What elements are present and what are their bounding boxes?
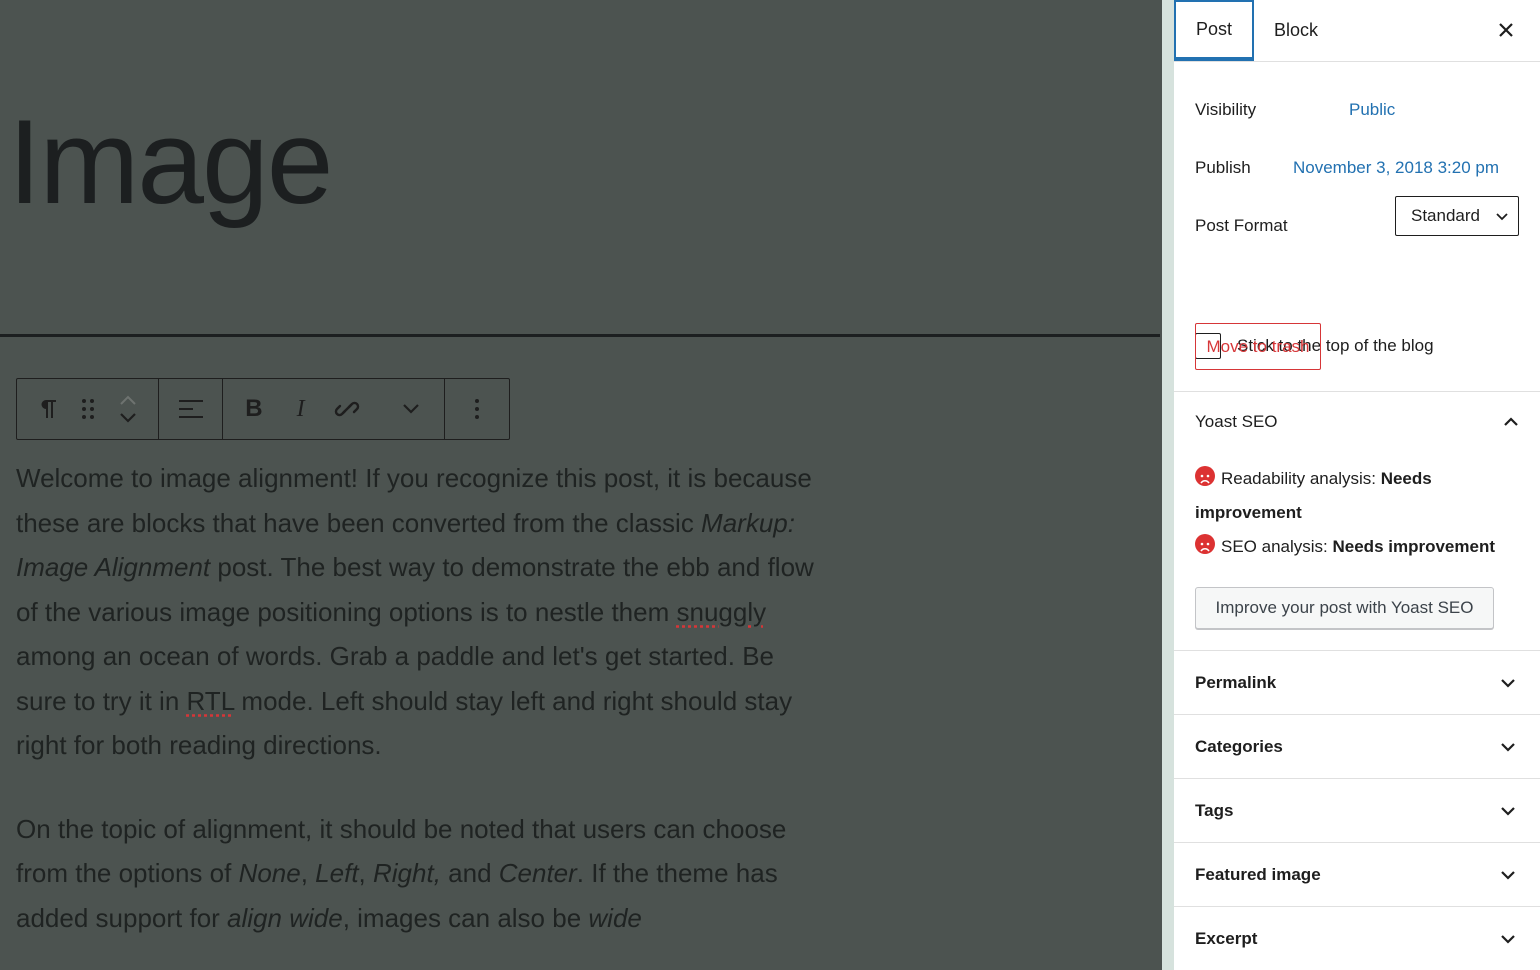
more-formats-icon[interactable]: [378, 379, 444, 439]
separator: [0, 334, 1160, 337]
sad-face-icon: [1195, 534, 1215, 554]
panel-title: Tags: [1195, 800, 1234, 820]
spelling-error: RTL: [186, 685, 235, 716]
yoast-panel-header[interactable]: Yoast SEO: [1195, 412, 1519, 432]
tab-block[interactable]: Block: [1254, 0, 1338, 61]
align-left-icon[interactable]: [159, 379, 222, 439]
visibility-label: Visibility: [1195, 100, 1257, 119]
post-format-row: Post Format Standard: [1195, 196, 1519, 236]
spelling-error: snuggly: [676, 596, 767, 627]
chevron-up-icon[interactable]: [119, 394, 137, 406]
drag-handle-icon[interactable]: [69, 379, 107, 439]
block-toolbar-group-block: [17, 379, 159, 439]
text: ,: [358, 858, 373, 888]
panel-tags[interactable]: Tags: [1174, 779, 1540, 843]
post-format-label: Post Format: [1195, 216, 1288, 235]
block-toolbar: B I: [16, 378, 510, 440]
link-icon[interactable]: [317, 379, 379, 439]
publish-date-toggle[interactable]: November 3, 2018 3:20 pm: [1293, 158, 1499, 178]
visibility-toggle[interactable]: Public: [1349, 100, 1395, 120]
panel-categories[interactable]: Categories: [1174, 715, 1540, 779]
readability-label: Readability analysis:: [1221, 469, 1381, 488]
sidebar-tabs: Post Block: [1174, 0, 1540, 62]
tab-post[interactable]: Post: [1174, 0, 1255, 61]
yoast-panel-title: Yoast SEO: [1195, 412, 1278, 431]
readability-analysis[interactable]: Readability analysis: Needs improvement: [1195, 462, 1519, 530]
chevron-down-icon: [1500, 934, 1516, 944]
panel-featured-image[interactable]: Featured image: [1174, 843, 1540, 907]
sidebar-border: [1162, 0, 1174, 970]
move-block-buttons: [107, 379, 149, 439]
editor-canvas[interactable]: Image B I Welcome to image alignment! If…: [0, 0, 1162, 970]
chevron-down-icon: [1500, 870, 1516, 880]
text: and: [440, 858, 499, 888]
italic-button[interactable]: I: [285, 379, 317, 439]
text: Welcome to image alignment! If you recog…: [16, 463, 812, 538]
chevron-down-icon[interactable]: [119, 412, 137, 424]
readability-value: Needs: [1380, 469, 1432, 488]
panel-title: Permalink: [1195, 672, 1277, 692]
settings-sidebar: Post Block Visibility Public Publish Nov…: [1174, 0, 1540, 970]
paragraph-block[interactable]: Welcome to image alignment! If you recog…: [16, 456, 816, 768]
post-format-value: Standard: [1411, 206, 1480, 225]
post-content[interactable]: Welcome to image alignment! If you recog…: [16, 456, 816, 970]
panel-permalink[interactable]: Permalink: [1174, 651, 1540, 715]
post-format-select[interactable]: Standard: [1395, 196, 1519, 236]
block-toolbar-group-align: [159, 379, 223, 439]
panel-excerpt[interactable]: Excerpt: [1174, 907, 1540, 970]
text: ,: [300, 858, 316, 888]
close-icon[interactable]: [1494, 18, 1518, 42]
publish-label: Publish: [1195, 158, 1251, 177]
text-italic: Right,: [373, 858, 441, 888]
text-italic: None: [238, 858, 301, 888]
paragraph-block[interactable]: On the topic of alignment, it should be …: [16, 807, 816, 941]
move-to-trash-button[interactable]: Move to trash: [1195, 323, 1321, 370]
post-title[interactable]: Image: [8, 96, 334, 228]
chevron-up-icon: [1503, 417, 1519, 427]
seo-value: Needs improvement: [1332, 537, 1496, 556]
chevron-down-icon: [1500, 678, 1516, 688]
yoast-seo-panel: Yoast SEO Readability analysis: Needs imp…: [1174, 391, 1540, 651]
text-italic: wide: [588, 902, 642, 933]
chevron-down-icon: [1500, 806, 1516, 816]
readability-value-cont: improvement: [1195, 503, 1302, 522]
text-italic: align wide: [227, 902, 343, 933]
improve-yoast-button[interactable]: Improve your post with Yoast SEO: [1195, 587, 1494, 629]
text-italic: Left: [315, 858, 359, 888]
panel-title: Featured image: [1195, 864, 1321, 884]
text: , images can also be: [342, 902, 589, 933]
chevron-down-icon: [1496, 206, 1508, 226]
text-italic: Center: [498, 858, 577, 888]
paragraph-icon[interactable]: [27, 379, 69, 439]
seo-label: SEO analysis:: [1221, 537, 1333, 556]
panel-title: Excerpt: [1195, 928, 1258, 948]
publish-row: Publish November 3, 2018 3:20 pm: [1195, 158, 1519, 178]
more-vertical-icon[interactable]: [445, 379, 509, 439]
visibility-row: Visibility Public: [1195, 100, 1519, 120]
block-toolbar-group-options: [445, 379, 509, 439]
sad-face-icon: [1195, 466, 1215, 486]
chevron-down-icon: [1500, 742, 1516, 752]
bold-button[interactable]: B: [223, 379, 285, 439]
block-toolbar-group-format: B I: [223, 379, 445, 439]
seo-analysis[interactable]: SEO analysis: Needs improvement: [1195, 530, 1519, 564]
panel-title: Categories: [1195, 736, 1283, 756]
